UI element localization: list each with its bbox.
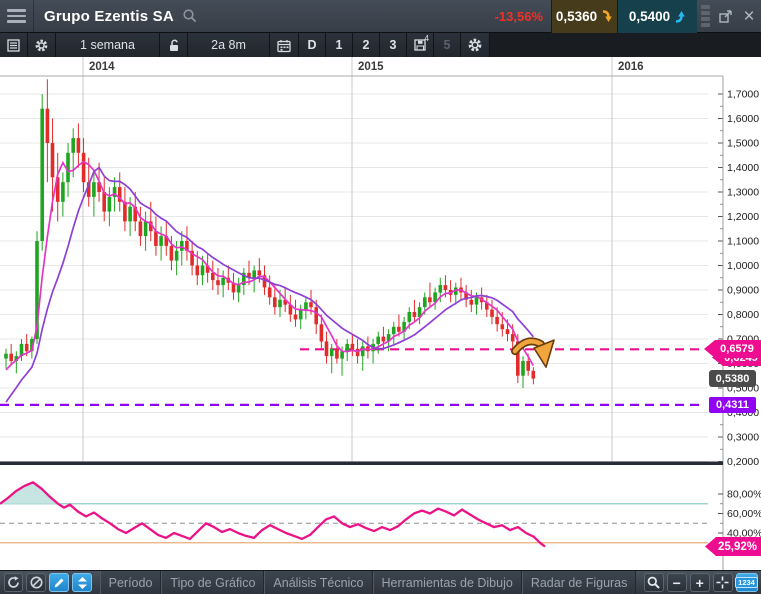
save-layout-button[interactable]: 4 [407, 33, 434, 57]
chart-settings-button[interactable] [461, 33, 490, 57]
svg-text:0,8000: 0,8000 [727, 309, 759, 321]
svg-text:60,00%: 60,00% [727, 508, 761, 520]
save-superscript: 4 [425, 34, 429, 43]
magnifier-icon [646, 575, 661, 590]
no-entry-icon [29, 575, 44, 590]
toolbar-empty-area [490, 33, 761, 57]
drag-grip[interactable] [697, 0, 713, 33]
search-icon[interactable] [182, 8, 198, 24]
layout-5-button[interactable]: 5 [434, 33, 461, 57]
buy-price-value: 0,5400 [629, 9, 670, 24]
svg-text:0,3000: 0,3000 [727, 432, 759, 444]
instrument-title: Grupo Ezentis SA [44, 8, 174, 25]
restore-window-button[interactable] [713, 0, 737, 33]
svg-text:1,3000: 1,3000 [727, 187, 759, 199]
list-icon [6, 38, 21, 53]
layout-1-button[interactable]: 1 [326, 33, 353, 57]
restore-icon [718, 9, 733, 24]
pencil-icon [52, 576, 66, 590]
timeframe-select[interactable]: 1 semana [56, 33, 160, 57]
calendar-button[interactable] [270, 33, 299, 57]
svg-text:2014: 2014 [89, 61, 115, 73]
svg-text:0,9000: 0,9000 [727, 285, 759, 297]
price-badge-resistance: 0,6579 [704, 340, 761, 358]
svg-text:1,0000: 1,0000 [727, 260, 759, 272]
unlock-icon [166, 38, 181, 53]
sync-button[interactable] [4, 573, 24, 592]
svg-text:80,00%: 80,00% [727, 489, 761, 501]
main-menu-button[interactable] [0, 0, 34, 33]
sell-price-value: 0,5360 [556, 9, 597, 24]
chart-toolbar: 1 semana 2a 8m D 1 2 3 4 5 [0, 33, 761, 57]
last-price-badge: 0,5380 [709, 370, 756, 387]
tf-daily-button[interactable]: D [299, 33, 326, 57]
refresh-icon [6, 575, 21, 590]
zoom-search-button[interactable] [644, 573, 664, 592]
disable-drawing-button[interactable] [26, 573, 46, 592]
close-icon: × [743, 7, 754, 26]
app-titlebar: Grupo Ezentis SA -13,56% 0,5360 0,5400 × [0, 0, 761, 33]
chart-area: 1,7000 1,6000 1,5000 1,4000 1,3000 1,2000 1,10… [0, 57, 761, 570]
close-button[interactable]: × [737, 0, 761, 33]
rsi-value-badge: 25,92% [705, 537, 761, 556]
svg-text:2016: 2016 [618, 61, 644, 73]
range-select[interactable]: 2a 8m [188, 33, 270, 57]
svg-text:1,6000: 1,6000 [727, 113, 759, 125]
price-up-arrow-icon [674, 10, 686, 23]
layout-3-button[interactable]: 3 [380, 33, 407, 57]
plus-icon: + [696, 576, 704, 590]
bottom-toolbar: Período Tipo de Gráfico Análisis Técnico… [0, 570, 761, 594]
numbers-icon: 1234 [735, 577, 758, 589]
svg-text:1,7000: 1,7000 [727, 89, 759, 101]
crosshair-icon [715, 575, 730, 590]
price-badge-support: 0,4311 [709, 397, 756, 413]
svg-text:1,1000: 1,1000 [727, 236, 759, 248]
svg-text:0,2000: 0,2000 [727, 456, 759, 468]
menu-analisis-tecnico[interactable]: Análisis Técnico [264, 571, 372, 594]
svg-text:1,5000: 1,5000 [727, 138, 759, 150]
zoom-in-button[interactable]: + [690, 573, 710, 592]
indicator-settings-button[interactable] [28, 33, 56, 57]
buy-price-button[interactable]: 0,5400 [617, 0, 697, 33]
gear-icon [34, 38, 49, 53]
hamburger-icon [7, 9, 26, 12]
minus-icon: − [673, 576, 681, 590]
calendar-icon [276, 38, 292, 53]
updown-icon [76, 576, 89, 590]
svg-text:1,4000: 1,4000 [727, 162, 759, 174]
menu-herramientas-de-dibujo[interactable]: Herramientas de Dibujo [373, 571, 522, 594]
price-down-arrow-icon [601, 10, 613, 23]
reorder-button[interactable] [72, 573, 92, 592]
menu-periodo[interactable]: Período [100, 571, 162, 594]
price-display-button[interactable]: 1234 [736, 573, 758, 592]
menu-radar-de-figuras[interactable]: Radar de Figuras [522, 571, 637, 594]
svg-text:2015: 2015 [358, 61, 384, 73]
lock-scale-button[interactable] [160, 33, 188, 57]
zoom-out-button[interactable]: − [667, 573, 687, 592]
sell-price-button[interactable]: 0,5360 [551, 0, 617, 33]
bottom-menus: Período Tipo de Gráfico Análisis Técnico… [100, 571, 637, 594]
svg-text:1,2000: 1,2000 [727, 211, 759, 223]
change-percent: -13,56% [495, 9, 543, 24]
crosshair-button[interactable] [713, 573, 733, 592]
menu-tipo-de-grafico[interactable]: Tipo de Gráfico [161, 571, 264, 594]
orderbook-button[interactable] [0, 33, 28, 57]
layout-2-button[interactable]: 2 [353, 33, 380, 57]
gear-icon-2 [467, 37, 483, 53]
draw-button[interactable] [49, 573, 69, 592]
